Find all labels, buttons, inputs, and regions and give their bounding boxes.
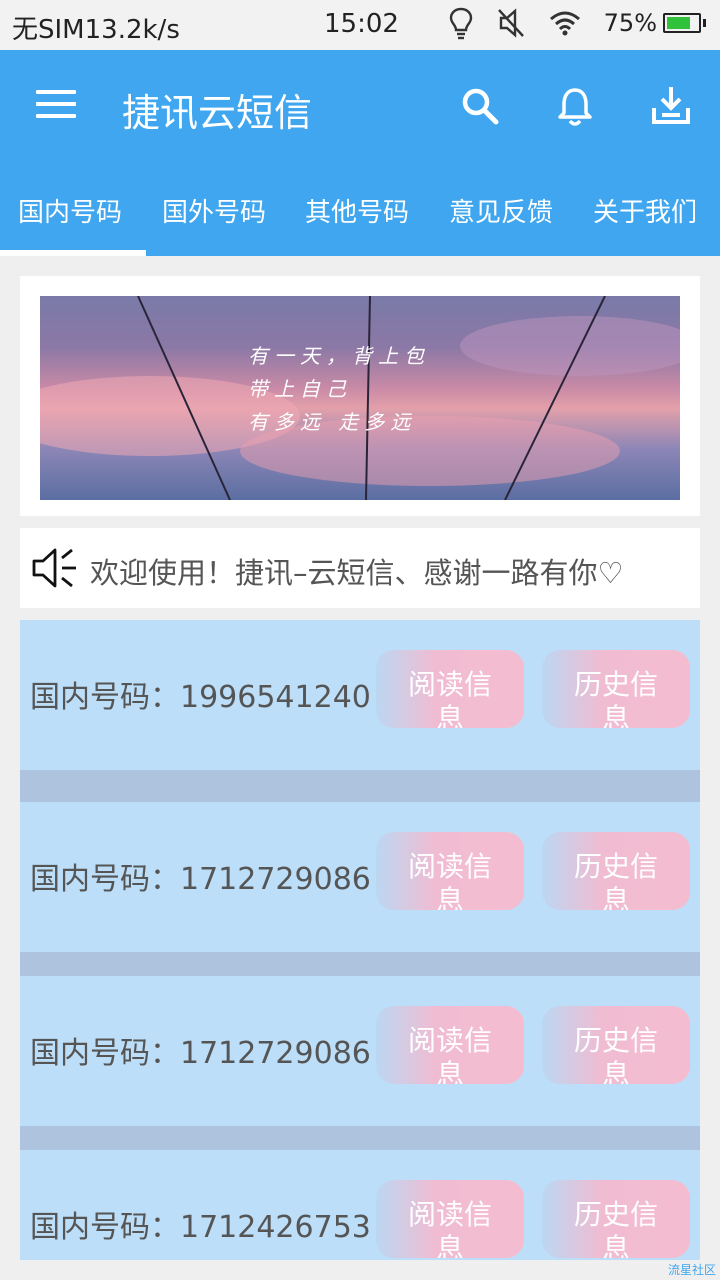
history-message-label: 历史信息 [573, 668, 658, 728]
banner-text: 有一天，背上包 带上自己 有多远 走多远 [248, 340, 430, 439]
history-message-button[interactable]: 历史信息 [542, 1180, 690, 1258]
history-message-label: 历史信息 [573, 1198, 658, 1258]
read-message-button[interactable]: 阅读信息 [376, 1006, 524, 1084]
read-message-label: 阅读信息 [407, 1024, 492, 1084]
tab-feedback[interactable]: 意见反馈 [449, 192, 553, 229]
read-message-button[interactable]: 阅读信息 [376, 650, 524, 728]
number-label: 国内号码：1712729086 [30, 1036, 370, 1071]
carrier-text: 无SIM [12, 15, 85, 45]
history-message-label: 历史信息 [573, 850, 658, 910]
notice-bar: 欢迎使用！捷讯–云短信、感谢一路有你♡ [20, 528, 700, 608]
wifi-icon [549, 11, 580, 36]
read-message-button[interactable]: 阅读信息 [376, 832, 524, 910]
app-title: 捷讯云短信 [122, 91, 313, 135]
speaker-icon [32, 548, 76, 588]
notice-text: 欢迎使用！捷讯–云短信、感谢一路有你♡ [90, 556, 624, 590]
tab-about[interactable]: 关于我们 [593, 192, 697, 229]
banner-image[interactable]: 有一天，背上包 带上自己 有多远 走多远 [40, 296, 680, 500]
list-divider [20, 952, 700, 976]
lightbulb-icon [449, 7, 472, 40]
list-divider [20, 1126, 700, 1150]
bell-icon[interactable] [555, 86, 595, 128]
download-icon[interactable] [650, 84, 692, 126]
tab-foreign[interactable]: 国外号码 [162, 192, 266, 229]
history-message-button[interactable]: 历史信息 [542, 832, 690, 910]
read-message-label: 阅读信息 [407, 668, 492, 728]
history-message-button[interactable]: 历史信息 [542, 1006, 690, 1084]
list-divider [20, 770, 700, 802]
tab-domestic[interactable]: 国内号码 [18, 192, 122, 229]
read-message-label: 阅读信息 [407, 850, 492, 910]
read-message-label: 阅读信息 [407, 1198, 492, 1258]
list-item[interactable]: 国内号码：1712729086 阅读信息 历史信息 [20, 976, 700, 1126]
network-speed: 13.2k/s [84, 15, 180, 45]
status-left: 无SIM13.2k/s [12, 9, 180, 46]
battery-icon [663, 13, 701, 33]
number-label: 国内号码：1712729086 [30, 862, 370, 897]
history-message-button[interactable]: 历史信息 [542, 650, 690, 728]
tab-other[interactable]: 其他号码 [305, 192, 409, 229]
banner-line-3: 有多远 走多远 [248, 410, 417, 434]
watermark: 流星社区 [667, 1263, 716, 1277]
tab-bar: 国内号码 国外号码 其他号码 意见反馈 关于我们 [0, 178, 720, 256]
history-message-label: 历史信息 [573, 1024, 658, 1084]
status-icons: 75% [448, 6, 706, 40]
list-item[interactable]: 国内号码：1996541240 阅读信息 历史信息 [20, 620, 700, 770]
list-item[interactable]: 国内号码：1712729086 阅读信息 历史信息 [20, 802, 700, 952]
banner-card: 有一天，背上包 带上自己 有多远 走多远 [20, 276, 700, 516]
battery-indicator: 75% [604, 9, 706, 37]
search-icon[interactable] [460, 86, 500, 126]
app-bar: 捷讯云短信 国内号码 国外号码 其他号码 意见反馈 关于我们 [0, 50, 720, 256]
battery-percent: 75% [603, 9, 657, 37]
read-message-button[interactable]: 阅读信息 [376, 1180, 524, 1258]
number-label: 国内号码：1712426753 [30, 1210, 370, 1245]
status-bar: 无SIM13.2k/s 15:02 75% [0, 0, 720, 50]
clock: 15:02 [324, 9, 399, 39]
mute-icon [497, 8, 524, 38]
number-label: 国内号码：1996541240 [30, 680, 370, 715]
list-item[interactable]: 国内号码：1712426753 阅读信息 历史信息 [20, 1150, 700, 1260]
banner-line-2: 带上自己 [248, 377, 352, 401]
active-tab-indicator [0, 250, 146, 256]
menu-icon[interactable] [36, 90, 76, 120]
banner-line-1: 有一天，背上包 [248, 344, 430, 368]
